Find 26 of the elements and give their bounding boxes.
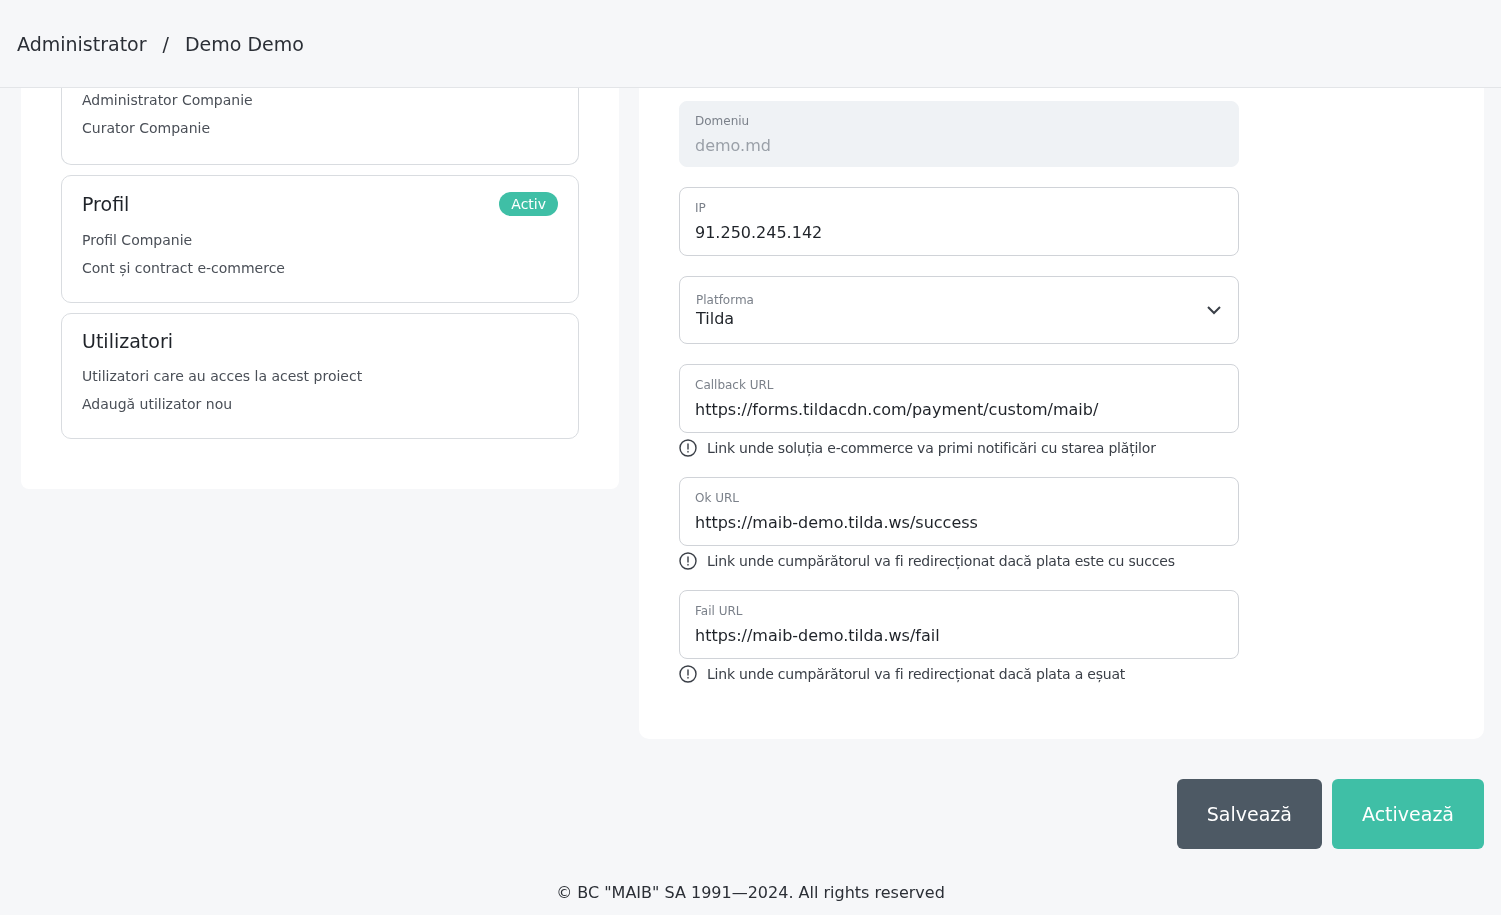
field-hint: Link unde soluția e-commerce va primi notificări cu starea plăților (707, 440, 1156, 456)
chevron-down-icon (1206, 305, 1222, 315)
menu-link[interactable]: Cont și contract e-commerce (82, 258, 558, 278)
info-icon (679, 552, 697, 570)
field-hint: Link unde cumpărătorul va fi redirecționat dacă plata este cu succes (707, 553, 1175, 569)
breadcrumb-item[interactable]: Administrator (17, 32, 147, 55)
input-field[interactable]: Fail URL https://maib-demo.tilda.ws/fail (679, 590, 1239, 659)
platform-select[interactable]: Platforma Tilda (679, 276, 1239, 344)
menu-link[interactable]: Adaugă utilizator nou (82, 394, 558, 414)
input-field[interactable]: IP 91.250.245.142 (679, 187, 1239, 256)
field-hint: Link unde cumpărătorul va fi redirecționat dacă plata a eșuat (707, 666, 1126, 682)
info-icon (679, 439, 697, 457)
menu-link[interactable]: Curator Companie (82, 118, 558, 138)
status-badge: Activ (499, 192, 558, 216)
input-field[interactable]: Callback URL https://forms.tildacdn.com/payment/custom/maib/ (679, 364, 1239, 433)
breadcrumb-separator: / (162, 32, 169, 55)
card-title: Utilizatori (82, 330, 173, 352)
copyright-text: © BC "MAIB" SA 1991—2024. All rights reserved (556, 883, 945, 902)
card-title: Profil (82, 193, 130, 215)
breadcrumb-item: Demo Demo (184, 32, 304, 55)
info-icon (679, 665, 697, 683)
menu-link[interactable]: Profil Companie (82, 230, 558, 250)
menu-link[interactable]: Utilizatori care au acces la acest proiect (82, 366, 558, 386)
save-button[interactable]: Salvează (1176, 779, 1322, 849)
menu-link[interactable]: Administrator Companie (82, 90, 558, 110)
input-field[interactable]: Ok URL https://maib-demo.tilda.ws/success (679, 477, 1239, 546)
